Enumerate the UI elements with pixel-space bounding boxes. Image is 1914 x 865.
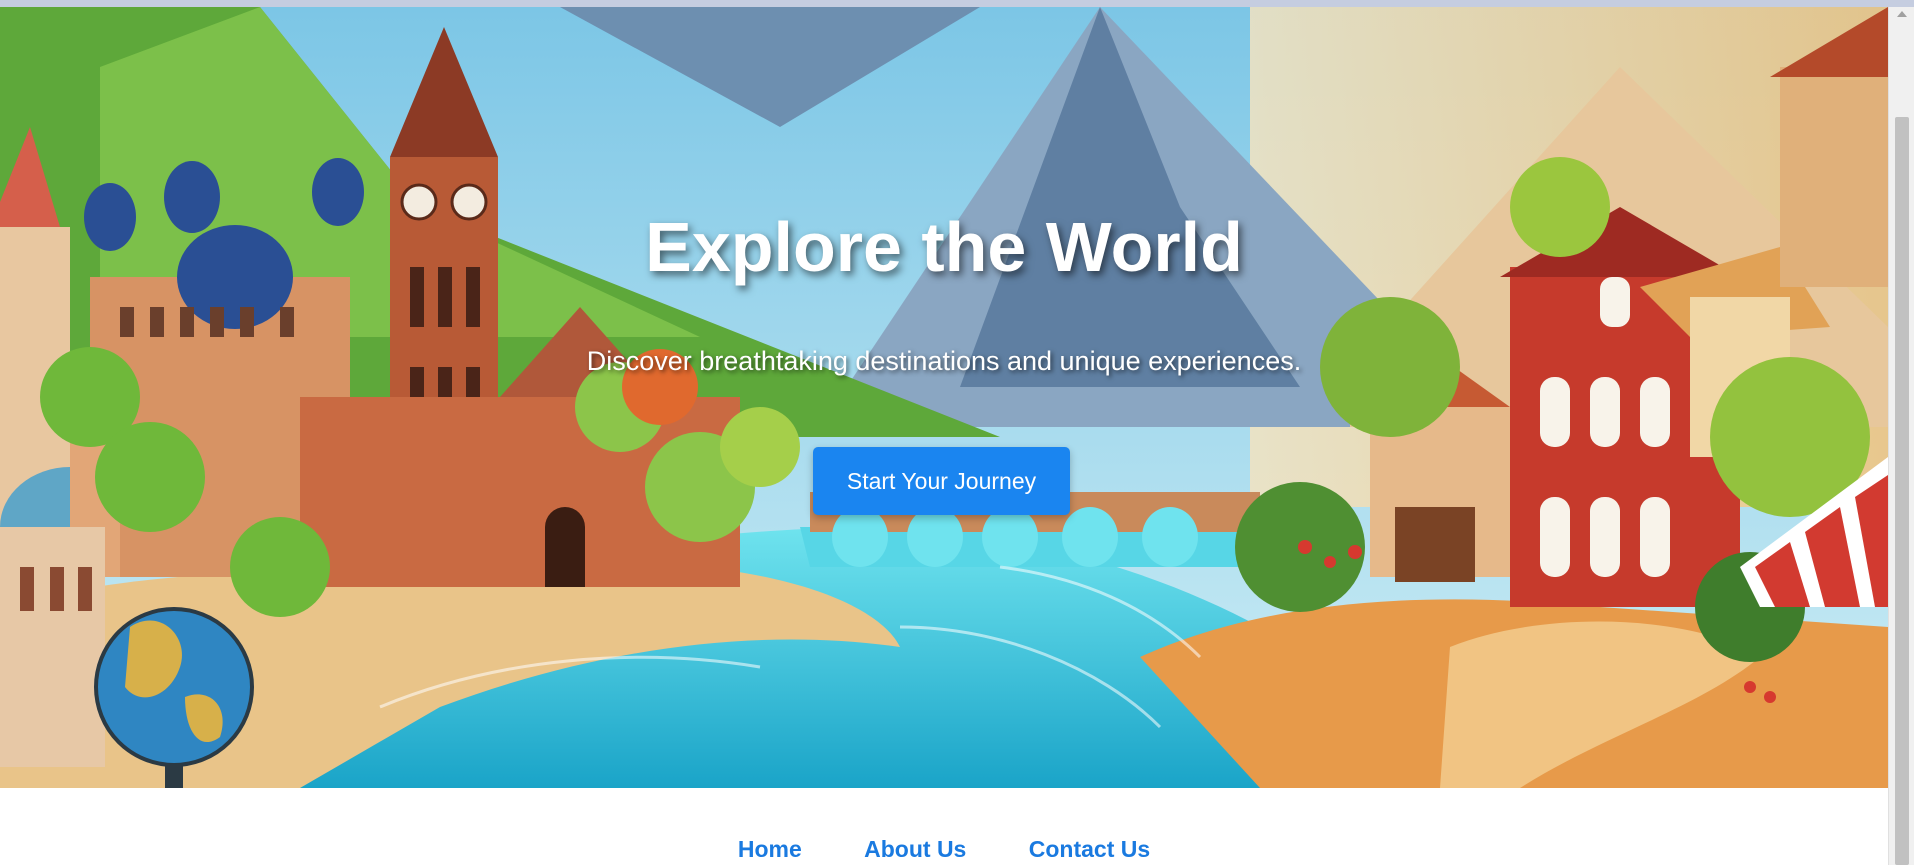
nav-links: Home About Us Contact Us xyxy=(0,836,1888,863)
nav-link-contact-us[interactable]: Contact Us xyxy=(1029,836,1150,862)
nav-link-home[interactable]: Home xyxy=(738,836,802,862)
start-journey-button[interactable]: Start Your Journey xyxy=(813,447,1070,515)
hero-section: Explore the World Discover breathtaking … xyxy=(0,7,1888,788)
window-top-edge xyxy=(0,0,1914,7)
vertical-scrollbar[interactable] xyxy=(1888,7,1914,865)
site-navigation: Home About Us Contact Us xyxy=(0,788,1888,865)
browser-viewport: Explore the World Discover breathtaking … xyxy=(0,0,1914,865)
hero-title: Explore the World xyxy=(645,208,1243,286)
scrollbar-thumb[interactable] xyxy=(1895,117,1909,865)
scroll-up-arrow-icon[interactable] xyxy=(1897,11,1907,17)
hero-subtitle: Discover breathtaking destinations and u… xyxy=(586,346,1302,376)
nav-link-about-us[interactable]: About Us xyxy=(864,836,966,862)
hero-background-illustration xyxy=(0,7,1888,788)
